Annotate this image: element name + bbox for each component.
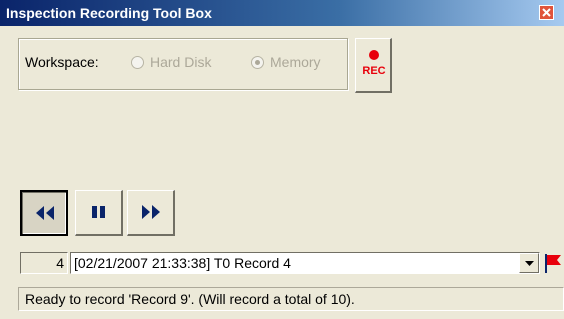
fast-forward-button[interactable]	[127, 190, 175, 236]
memory-label: Memory	[270, 54, 321, 70]
hard-disk-label: Hard Disk	[150, 54, 212, 70]
workspace-label: Workspace:	[25, 54, 99, 70]
record-icon: REC	[362, 50, 386, 77]
workspace-group: Workspace: Hard Disk Memory	[18, 38, 348, 90]
dropdown-button[interactable]	[519, 253, 539, 273]
status-text: Ready to record 'Record 9'. (Will record…	[25, 291, 355, 307]
status-bar: Ready to record 'Record 9'. (Will record…	[18, 287, 564, 311]
pause-button[interactable]	[75, 190, 123, 236]
memory-radio[interactable]	[251, 56, 264, 69]
record-select-value: [02/21/2007 21:33:38] T0 Record 4	[74, 255, 291, 271]
close-icon	[542, 8, 551, 17]
pause-icon	[92, 206, 105, 218]
chevron-down-icon	[525, 261, 534, 266]
fast-forward-icon	[142, 205, 160, 219]
rewind-button[interactable]	[20, 190, 68, 236]
close-button[interactable]	[539, 5, 554, 20]
radio-selected-dot	[255, 60, 260, 65]
window-title: Inspection Recording Tool Box	[6, 5, 212, 21]
record-index: 4	[20, 252, 68, 274]
record-button[interactable]: REC	[355, 38, 392, 93]
flag-icon[interactable]	[544, 252, 562, 274]
record-label: REC	[362, 65, 385, 77]
rewind-icon	[36, 206, 54, 220]
record-select[interactable]: [02/21/2007 21:33:38] T0 Record 4	[70, 252, 540, 274]
title-bar[interactable]: Inspection Recording Tool Box	[0, 0, 564, 26]
hard-disk-radio[interactable]	[131, 56, 144, 69]
